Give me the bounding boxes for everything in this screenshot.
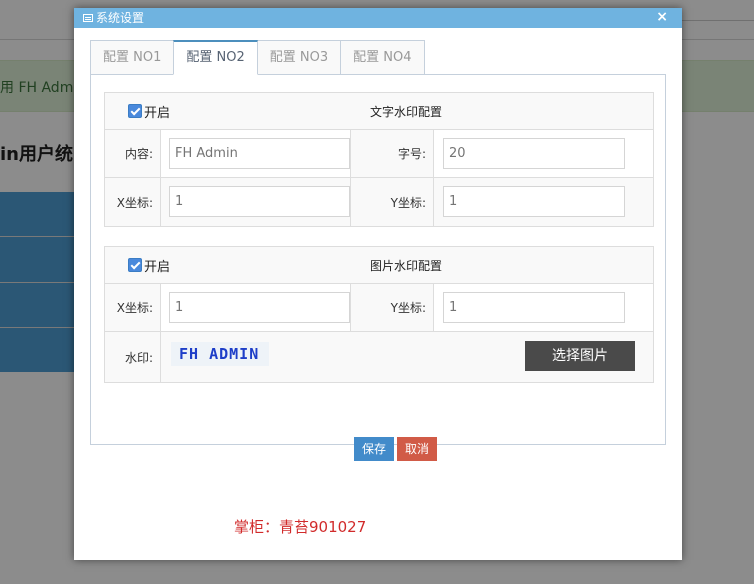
image-y-input[interactable]: [443, 292, 625, 323]
image-watermark-row-image: 水印: FH ADMIN 选择图片: [105, 332, 653, 382]
text-watermark-header: 开启 文字水印配置: [105, 93, 653, 130]
tab-area: 配置 NO1 配置 NO2 配置 NO3 配置 NO4 开启 文字水印配置 内容…: [90, 40, 666, 461]
shopkeeper-text: 掌柜：青苔901027: [234, 518, 367, 536]
close-icon[interactable]: ×: [656, 8, 668, 26]
dialog-title: 系统设置: [96, 11, 145, 25]
image-watermark-title: 图片水印配置: [370, 259, 443, 273]
font-size-input[interactable]: [443, 138, 625, 169]
watermark-label: 水印:: [105, 332, 161, 382]
image-x-input[interactable]: [169, 292, 350, 323]
text-x-label: X坐标:: [105, 178, 161, 226]
font-size-label: 字号:: [350, 130, 434, 177]
image-watermark-enable-checkbox[interactable]: [128, 258, 142, 272]
text-watermark-row-content: 内容: 字号:: [105, 130, 653, 178]
text-watermark-row-coords: X坐标: Y坐标:: [105, 178, 653, 226]
system-settings-dialog: 系统设置 × 配置 NO1 配置 NO2 配置 NO3 配置 NO4 开启 文字…: [74, 8, 682, 560]
text-x-input[interactable]: [169, 186, 350, 217]
dialog-header[interactable]: 系统设置 ×: [74, 8, 682, 28]
text-watermark-enable-label: 开启: [144, 106, 171, 121]
image-watermark-row-coords: X坐标: Y坐标:: [105, 284, 653, 332]
content-label: 内容:: [105, 130, 161, 177]
image-watermark-enable-label: 开启: [144, 260, 171, 275]
text-watermark-config: 开启 文字水印配置 内容: 字号: X坐标: Y坐标:: [104, 92, 654, 227]
text-y-label: Y坐标:: [350, 178, 434, 226]
text-y-input[interactable]: [443, 186, 625, 217]
content-input[interactable]: [169, 138, 350, 169]
tab-config-no3[interactable]: 配置 NO3: [256, 40, 342, 75]
text-watermark-enable-checkbox[interactable]: [128, 104, 142, 118]
save-button[interactable]: 保存: [354, 437, 394, 461]
image-watermark-header: 开启 图片水印配置: [105, 247, 653, 284]
choose-image-button[interactable]: 选择图片: [525, 341, 635, 371]
cancel-button[interactable]: 取消: [397, 437, 437, 461]
watermark-preview-image: FH ADMIN: [171, 342, 269, 366]
tab-panel-config-no2: 开启 文字水印配置 内容: 字号: X坐标: Y坐标:: [90, 74, 666, 461]
dialog-actions: 保存 取消: [91, 437, 667, 461]
tab-bar: 配置 NO1 配置 NO2 配置 NO3 配置 NO4: [90, 40, 425, 75]
text-watermark-title: 文字水印配置: [370, 105, 443, 119]
image-x-label: X坐标:: [105, 284, 161, 331]
tab-config-no2[interactable]: 配置 NO2: [173, 40, 258, 75]
image-y-label: Y坐标:: [350, 284, 434, 331]
tab-config-no1[interactable]: 配置 NO1: [90, 40, 175, 75]
tab-config-no4[interactable]: 配置 NO4: [340, 40, 425, 75]
image-watermark-config: 开启 图片水印配置 X坐标: Y坐标: 水印: FH ADMIN 选择图片: [104, 246, 654, 383]
window-icon: [83, 14, 93, 22]
